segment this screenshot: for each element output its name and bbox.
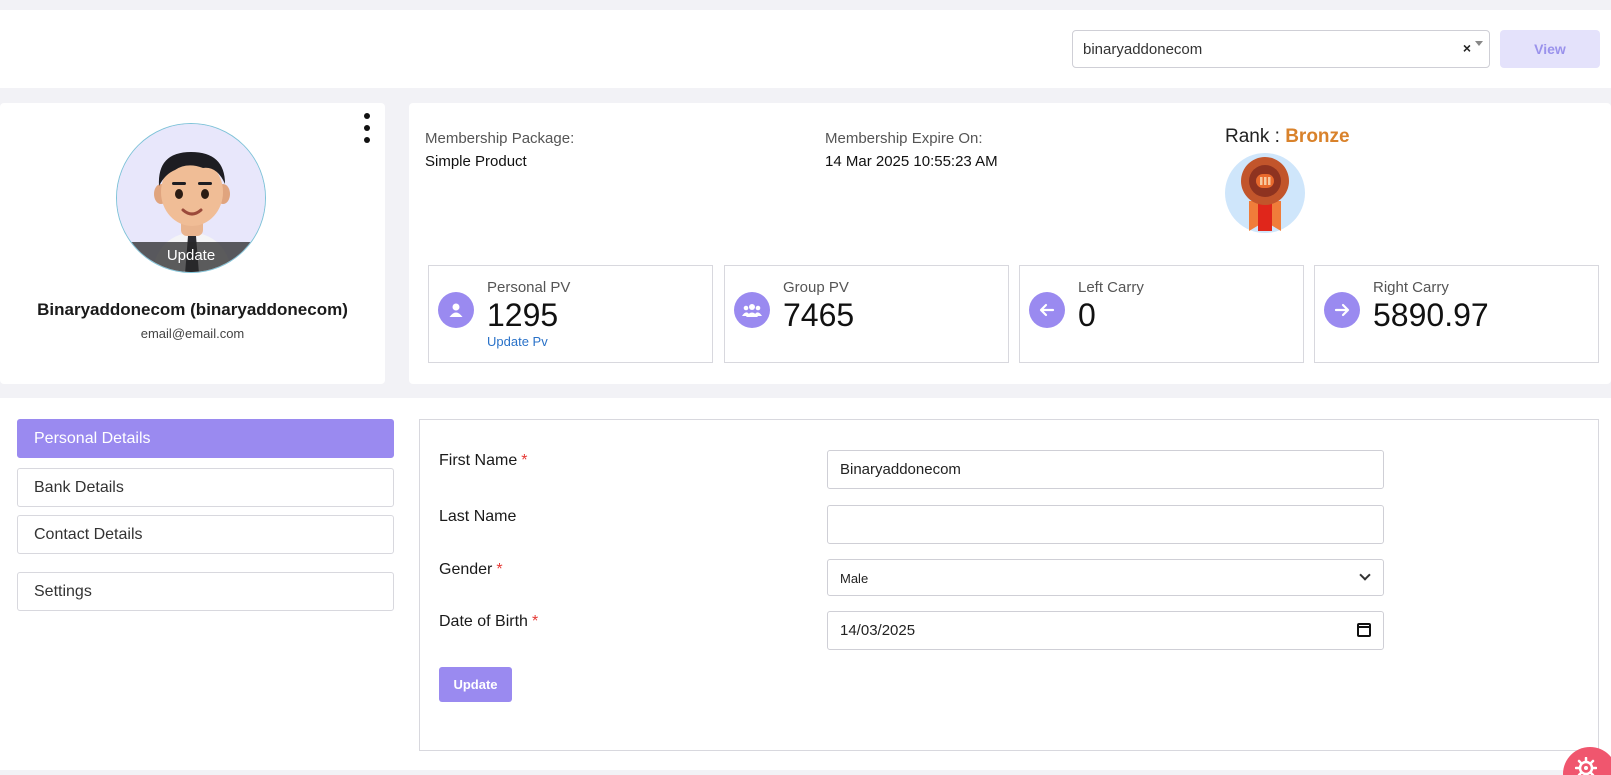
- stat-value: 5890.97: [1373, 297, 1489, 333]
- rank-title: Rank : Bronze: [1225, 126, 1350, 148]
- required-mark: *: [521, 452, 528, 469]
- update-pv-link[interactable]: Update Pv: [487, 334, 548, 349]
- gender-select[interactable]: Male: [827, 559, 1384, 596]
- stat-value: 1295: [487, 297, 559, 333]
- membership-expire-value: 14 Mar 2025 10:55:23 AM: [825, 153, 998, 170]
- last-name-field[interactable]: [827, 505, 1384, 544]
- last-name-label: Last Name: [439, 508, 517, 525]
- arrow-left-icon: [1029, 292, 1065, 328]
- chevron-down-icon[interactable]: [1475, 41, 1483, 46]
- stat-value: 7465: [783, 297, 855, 333]
- avatar[interactable]: Update: [116, 123, 266, 273]
- first-name-label: First Name *: [439, 452, 527, 470]
- dob-value: 14/03/2025: [840, 622, 916, 639]
- required-mark: *: [531, 613, 539, 630]
- sidebar-item-bank-details[interactable]: Bank Details: [17, 468, 394, 507]
- stat-title: Left Carry: [1078, 279, 1144, 296]
- profile-name: Binaryaddonecom (binaryaddonecom): [37, 300, 348, 319]
- user-icon: [438, 292, 474, 328]
- dob-label: Date of Birth *: [439, 613, 538, 631]
- stat-value: 0: [1078, 297, 1096, 333]
- stat-right-carry: Right Carry 5890.97: [1314, 265, 1599, 363]
- chevron-down-icon: [1359, 569, 1371, 581]
- stat-left-carry: Left Carry 0: [1019, 265, 1304, 363]
- avatar-update-button[interactable]: Update: [117, 242, 265, 272]
- stat-personal-pv: Personal PV 1295 Update Pv: [428, 265, 713, 363]
- gender-label-text: Gender: [439, 561, 493, 578]
- first-name-label-text: First Name: [439, 452, 518, 469]
- update-button[interactable]: Update: [439, 667, 512, 702]
- dob-field[interactable]: 14/03/2025: [827, 611, 1384, 650]
- profile-card: Update Binaryaddonecom (binaryaddonecom)…: [0, 103, 385, 384]
- gender-label: Gender *: [439, 561, 503, 579]
- stat-title: Right Carry: [1373, 279, 1449, 296]
- clear-icon[interactable]: ×: [1463, 40, 1471, 56]
- rank-medal-icon: [1225, 153, 1305, 233]
- sidebar-item-personal-details[interactable]: Personal Details: [17, 419, 394, 458]
- dob-label-text: Date of Birth: [439, 613, 528, 630]
- top-bar: binaryaddonecom × View: [0, 10, 1611, 88]
- sidebar-item-settings[interactable]: Settings: [17, 572, 394, 611]
- calendar-icon[interactable]: [1357, 623, 1371, 637]
- first-name-field[interactable]: Binaryaddonecom: [827, 450, 1384, 489]
- membership-expire-label: Membership Expire On:: [825, 130, 983, 147]
- required-mark: *: [496, 561, 503, 578]
- stat-title: Group PV: [783, 279, 849, 296]
- rank-value: Bronze: [1285, 126, 1350, 147]
- arrow-right-icon: [1324, 292, 1360, 328]
- gender-select-value: Male: [840, 571, 869, 586]
- profile-details-section: Personal Details Bank Details Contact De…: [0, 398, 1611, 770]
- stat-title: Personal PV: [487, 279, 571, 296]
- membership-package-label: Membership Package:: [425, 130, 575, 147]
- user-select[interactable]: binaryaddonecom ×: [1072, 30, 1490, 68]
- rank-label: Rank :: [1225, 126, 1280, 147]
- profile-email: email@email.com: [140, 326, 245, 341]
- personal-details-form: First Name * Binaryaddonecom Last Name Ge…: [419, 419, 1599, 751]
- view-button[interactable]: View: [1500, 30, 1600, 68]
- stat-group-pv: Group PV 7465: [724, 265, 1009, 363]
- membership-card: Membership Package: Simple Product Membe…: [409, 103, 1611, 384]
- users-icon: [734, 292, 770, 328]
- sidebar-item-contact-details[interactable]: Contact Details: [17, 515, 394, 554]
- user-select-value: binaryaddonecom: [1083, 41, 1203, 58]
- more-options-icon[interactable]: [361, 113, 373, 143]
- membership-package-value: Simple Product: [425, 153, 527, 170]
